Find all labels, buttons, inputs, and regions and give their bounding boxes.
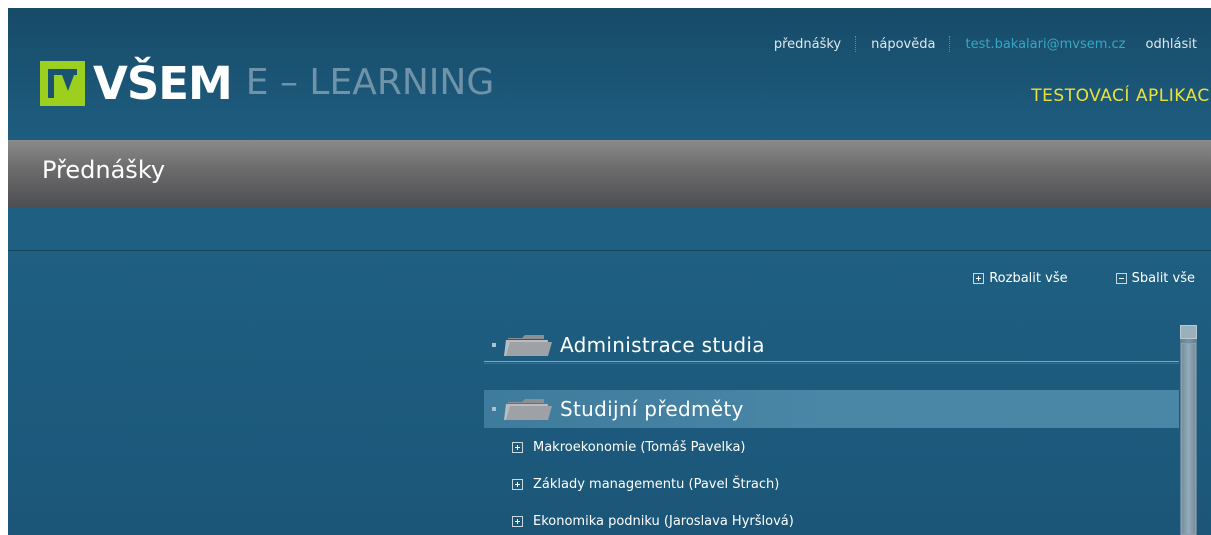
- course-item[interactable]: Ekonomika podniku (Jaroslava Hyršlová): [512, 511, 794, 531]
- logo-subtitle: E – LEARNING: [245, 62, 495, 103]
- course-label: Ekonomika podniku (Jaroslava Hyršlová): [533, 513, 794, 529]
- scrollbar-thumb[interactable]: [1181, 343, 1196, 535]
- app-frame: VŠEM E – LEARNING přednášky nápověda tes…: [8, 8, 1211, 535]
- collapse-all-button[interactable]: Sbalit vše: [1115, 271, 1195, 286]
- folder-icon: [504, 335, 552, 356]
- plus-box-icon[interactable]: [512, 441, 523, 453]
- course-item[interactable]: Makroekonomie (Tomáš Pavelka): [512, 437, 746, 457]
- plus-box-icon[interactable]: [512, 478, 523, 490]
- logout-link[interactable]: odhlásit: [1145, 37, 1197, 52]
- nav-separator: [855, 36, 857, 52]
- bullet-icon: [492, 343, 496, 347]
- user-email-link[interactable]: test.bakalari@mvsem.cz: [965, 37, 1125, 52]
- course-label: Základy managementu (Pavel Štrach): [533, 476, 780, 492]
- secondary-band: [8, 208, 1211, 251]
- plus-box-icon[interactable]: [512, 515, 523, 527]
- expand-all-button[interactable]: Rozbalit vše: [973, 271, 1068, 286]
- course-label: Makroekonomie (Tomáš Pavelka): [533, 439, 746, 455]
- page-title-bar: Přednášky: [8, 140, 1211, 209]
- main-content: Rozbalit vše Sbalit vše Administrace stu…: [8, 251, 1211, 535]
- vsem-logo-mark-icon: [40, 60, 85, 106]
- minus-box-icon: [1115, 273, 1127, 284]
- category-label: Studijní předměty: [560, 397, 744, 421]
- tree-actions: Rozbalit vše Sbalit vše: [973, 271, 1195, 286]
- folder-icon: [504, 399, 552, 420]
- category-administrace-studia[interactable]: Administrace studia: [484, 329, 1179, 364]
- top-navigation: přednášky nápověda test.bakalari@mvsem.c…: [774, 36, 1197, 52]
- collapse-all-label: Sbalit vše: [1131, 271, 1195, 286]
- app-environment-tag: TESTOVACÍ APLIKACE: [1031, 86, 1211, 106]
- logo-brand: VŠEM: [93, 56, 233, 110]
- scrollbar-up-button[interactable]: [1180, 325, 1197, 339]
- nav-link-help[interactable]: nápověda: [871, 37, 935, 52]
- nav-separator: [949, 36, 951, 52]
- course-item[interactable]: Základy managementu (Pavel Štrach): [512, 474, 779, 494]
- plus-box-icon: [973, 273, 985, 284]
- logo[interactable]: VŠEM E – LEARNING: [40, 48, 494, 118]
- bullet-icon: [492, 407, 496, 411]
- nav-link-lectures[interactable]: přednášky: [774, 37, 841, 52]
- page-title: Přednášky: [42, 156, 166, 184]
- expand-all-label: Rozbalit vše: [989, 271, 1068, 286]
- category-studijni-predmety[interactable]: Studijní předměty: [484, 390, 1179, 428]
- header: VŠEM E – LEARNING přednášky nápověda tes…: [8, 8, 1211, 140]
- category-label: Administrace studia: [560, 333, 765, 357]
